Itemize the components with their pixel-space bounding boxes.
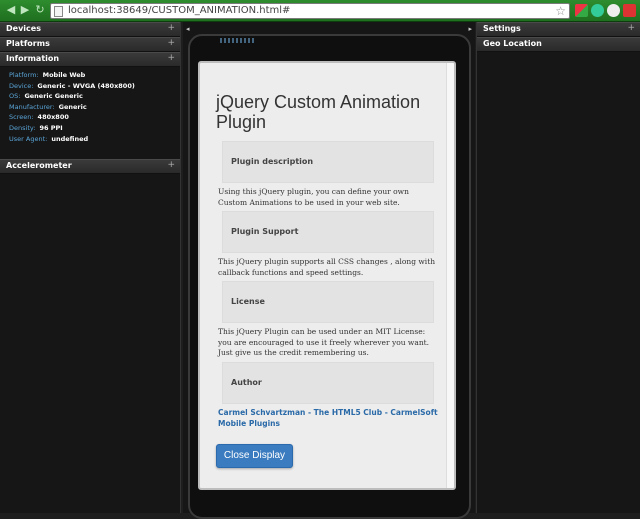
extension-icon-2[interactable]: [607, 4, 620, 17]
info-key: OS:: [9, 92, 21, 101]
info-value: 480x800: [37, 113, 69, 122]
settings-header[interactable]: Settings +: [477, 22, 640, 37]
page-title: jQuery Custom Animation Plugin: [216, 92, 421, 132]
info-value: Mobile Web: [42, 71, 86, 79]
devices-header[interactable]: Devices +: [0, 22, 180, 37]
info-value: 96 PPI: [39, 123, 63, 132]
info-key: Platform:: [9, 71, 39, 79]
device-screen: jQuery Custom Animation Plugin Plugin de…: [198, 61, 456, 490]
info-value: Generic: [58, 102, 87, 111]
platforms-title: Platforms: [6, 39, 50, 48]
info-key: Manufacturer:: [9, 102, 55, 111]
left-panel: Devices + Platforms + Information + Plat…: [0, 22, 181, 513]
info-key: Density:: [9, 123, 36, 132]
device-logo: [220, 38, 254, 43]
accelerometer-header[interactable]: Accelerometer +: [0, 159, 180, 174]
expand-icon[interactable]: +: [167, 160, 175, 170]
info-key: Screen:: [9, 113, 34, 122]
section-text: Using this jQuery plugin, you can define…: [218, 187, 409, 207]
close-display-button[interactable]: Close Display: [216, 444, 293, 468]
info-row: OS: Generic Generic: [9, 91, 180, 102]
section-header[interactable]: License: [222, 281, 434, 323]
section-header[interactable]: Plugin description: [222, 141, 434, 183]
section-label: Author: [231, 378, 262, 387]
extension-icon[interactable]: [575, 4, 588, 17]
info-value: undefined: [51, 134, 89, 143]
info-value: Generic Generic: [24, 92, 83, 101]
section-text: This jQuery Plugin can be used under an …: [218, 327, 430, 357]
browser-toolbar: ◀ ▶ ↻ localhost:38649/CUSTOM_ANIMATION.h…: [0, 0, 640, 22]
reload-icon[interactable]: ↻: [33, 3, 47, 17]
information-header[interactable]: Information +: [0, 52, 180, 67]
menu-icon[interactable]: [623, 4, 636, 17]
information-title: Information: [6, 54, 60, 63]
expand-icon[interactable]: +: [167, 23, 175, 33]
author-link[interactable]: Carmel Schvartzman - The HTML5 Club - Ca…: [218, 408, 448, 429]
section-label: Plugin Support: [231, 227, 299, 236]
info-row: Density: 96 PPI: [9, 123, 180, 134]
collapse-left-icon[interactable]: ◂: [186, 25, 190, 33]
info-key: Device:: [9, 81, 34, 90]
settings-title: Settings: [483, 24, 521, 33]
expand-icon[interactable]: +: [167, 53, 175, 63]
page-icon: [54, 6, 63, 17]
right-panel: Settings + Geo Location: [476, 22, 640, 513]
geo-location-header[interactable]: Geo Location: [477, 37, 640, 52]
info-key: User Agent:: [9, 134, 48, 143]
ripple-extension-icon[interactable]: [591, 4, 604, 17]
section-text: This jQuery plugin supports all CSS chan…: [218, 257, 436, 277]
info-value: Generic - WVGA (480x800): [37, 81, 135, 90]
section-header[interactable]: Author: [222, 362, 434, 404]
devices-title: Devices: [6, 24, 41, 33]
collapse-right-icon[interactable]: ▸: [468, 25, 472, 33]
section-header[interactable]: Plugin Support: [222, 211, 434, 253]
info-row: Manufacturer: Generic: [9, 102, 180, 113]
info-row: Screen: 480x800: [9, 112, 180, 123]
expand-icon[interactable]: +: [627, 23, 635, 33]
back-arrow-icon[interactable]: ◀: [4, 3, 18, 17]
expand-icon[interactable]: +: [167, 38, 175, 48]
section-label: License: [231, 297, 265, 306]
information-body: Platform: Mobile Web Device: Generic - WVG…: [0, 67, 180, 159]
info-row: Platform: Mobile Web: [9, 70, 180, 81]
section-label: Plugin description: [231, 157, 314, 166]
address-bar[interactable]: localhost:38649/CUSTOM_ANIMATION.html# ☆: [50, 3, 570, 19]
info-row: User Agent: undefined: [9, 134, 180, 145]
info-row: Device: Generic - WVGA (480x800): [9, 81, 180, 92]
bookmark-star-icon[interactable]: ☆: [555, 4, 566, 18]
url-text: localhost:38649/CUSTOM_ANIMATION.html#: [68, 5, 291, 16]
platforms-header[interactable]: Platforms +: [0, 37, 180, 52]
forward-arrow-icon[interactable]: ▶: [18, 3, 32, 17]
accelerometer-title: Accelerometer: [6, 161, 72, 170]
geo-location-title: Geo Location: [483, 39, 542, 48]
